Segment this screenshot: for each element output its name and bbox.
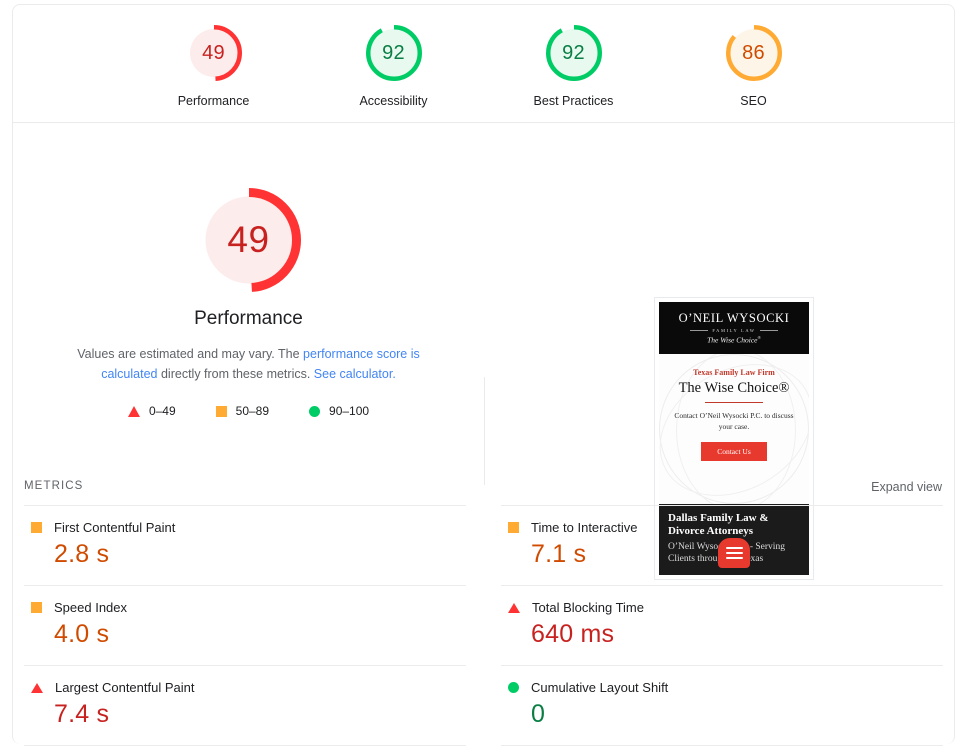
site-logo-subtitle: FAMILY LAW <box>690 328 778 334</box>
square-icon <box>508 522 519 533</box>
gauge-score: 92 <box>562 41 585 64</box>
metric-row[interactable]: Cumulative Layout Shift 0 <box>501 665 943 746</box>
legend-range: 90–100 <box>329 404 370 418</box>
metrics-column-right: Time to Interactive 7.1 s Total Blocking T… <box>501 505 943 746</box>
hero-vertical-divider <box>484 377 485 485</box>
metric-header: Speed Index <box>24 600 466 615</box>
circle-icon <box>508 682 519 693</box>
hero-separator <box>705 402 763 403</box>
legend-item-triangle: 0–49 <box>127 404 176 418</box>
lighthouse-report-card: 49 Performance 92 Accessibility 92 Best Pract… <box>12 4 955 746</box>
circle-icon <box>309 405 321 417</box>
performance-hero: 49 Performance Values are estimated and … <box>13 123 954 580</box>
gauge-best-practices[interactable]: 92 Best Practices <box>513 25 635 108</box>
disclaimer-text-2: directly from these metrics. <box>157 367 314 381</box>
gauge-ring-icon: 86 <box>725 25 782 81</box>
square-icon <box>31 602 42 613</box>
gauge-performance[interactable]: 49 Performance <box>153 25 275 108</box>
triangle-icon <box>127 405 140 417</box>
legend-range: 50–89 <box>235 404 270 418</box>
metric-name: Speed Index <box>54 600 128 615</box>
metric-value: 0 <box>531 700 546 728</box>
metrics-header: METRICS Expand view <box>13 475 954 505</box>
metric-value: 2.8 s <box>54 540 110 568</box>
legend-item-square: 50–89 <box>215 404 270 418</box>
site-logo: O’NEIL WYSOCKI <box>678 311 790 326</box>
metric-row[interactable]: Speed Index 4.0 s <box>24 585 466 665</box>
site-header: O’NEIL WYSOCKI FAMILY LAW The Wise Choic… <box>659 302 809 354</box>
metric-name: Cumulative Layout Shift <box>531 680 669 695</box>
metric-name: Time to Interactive <box>531 520 638 535</box>
gauge-ring-icon: 92 <box>365 25 422 81</box>
metric-row[interactable]: First Contentful Paint 2.8 s <box>24 505 466 585</box>
contact-us-button[interactable]: Contact Us <box>701 442 767 461</box>
gauge-score: 92 <box>382 41 405 64</box>
triangle-icon <box>508 602 520 613</box>
gauge-label: Performance <box>177 94 250 108</box>
metric-name: Total Blocking Time <box>532 600 644 615</box>
triangle-icon <box>31 682 43 693</box>
see-calculator-link[interactable]: See calculator. <box>314 367 396 381</box>
metric-row[interactable]: Time to Interactive 7.1 s <box>501 505 943 585</box>
performance-gauge: 49 <box>196 188 301 292</box>
performance-summary: 49 Performance Values are estimated and … <box>13 123 484 418</box>
gauge-seo[interactable]: 86 SEO <box>693 25 815 108</box>
gauge-ring-icon: 92 <box>545 25 602 81</box>
metric-header: First Contentful Paint <box>24 520 466 535</box>
gauge-score: 49 <box>202 41 225 64</box>
metric-name: First Contentful Paint <box>54 520 176 535</box>
gauge-label: Best Practices <box>533 94 614 108</box>
gauge-label: SEO <box>740 94 767 108</box>
metrics-column-left: First Contentful Paint 2.8 s Speed Index 4.… <box>24 505 466 746</box>
metrics-grid: First Contentful Paint 2.8 s Speed Index 4.… <box>13 505 954 746</box>
expand-view-button[interactable]: Expand view <box>871 480 942 494</box>
metric-row[interactable]: Largest Contentful Paint 7.4 s <box>24 665 466 746</box>
logo-rule-left <box>690 330 709 332</box>
legend-range: 0–49 <box>148 404 176 418</box>
square-icon <box>215 405 227 417</box>
performance-disclaimer: Values are estimated and may vary. The p… <box>49 344 449 384</box>
disclaimer-text-1: Values are estimated and may vary. The <box>77 347 304 361</box>
hero-subtext: Contact O’Neil Wysocki P.C. to discuss y… <box>674 411 794 431</box>
gauge-score: 86 <box>742 41 765 64</box>
metric-row[interactable]: Total Blocking Time 640 ms <box>501 585 943 665</box>
gauge-ring-icon: 49 <box>185 25 242 81</box>
site-tagline: The Wise Choice® <box>707 335 761 345</box>
gauge-label: Accessibility <box>359 94 428 108</box>
registered-mark: ® <box>757 335 761 341</box>
site-tagline-text: The Wise Choice <box>707 335 758 345</box>
legend-item-circle: 90–100 <box>309 404 369 418</box>
metric-header: Total Blocking Time <box>501 600 943 615</box>
metric-value: 640 ms <box>531 620 615 648</box>
performance-gauge-title: Performance <box>194 308 303 329</box>
metric-value: 4.0 s <box>54 620 110 648</box>
metric-value: 7.4 s <box>54 700 110 728</box>
hero-eyebrow: Texas Family Law Firm <box>693 368 775 377</box>
score-scale-legend: 0–49 50–89 90–100 <box>127 404 369 418</box>
category-score-strip: 49 Performance 92 Accessibility 92 Best Pract… <box>13 5 954 123</box>
site-logo-subtitle-text: FAMILY LAW <box>712 328 756 334</box>
performance-score-value: 49 <box>227 219 270 260</box>
metric-header: Largest Contentful Paint <box>24 680 466 695</box>
hero-headline: The Wise Choice® <box>678 380 790 396</box>
metrics-section-label: METRICS <box>24 480 84 492</box>
square-icon <box>31 522 42 533</box>
metric-header: Time to Interactive <box>501 520 943 535</box>
metric-header: Cumulative Layout Shift <box>501 680 943 695</box>
metric-value: 7.1 s <box>531 540 587 568</box>
logo-rule-right <box>759 330 778 332</box>
gauge-accessibility[interactable]: 92 Accessibility <box>333 25 455 108</box>
metric-name: Largest Contentful Paint <box>55 680 195 695</box>
